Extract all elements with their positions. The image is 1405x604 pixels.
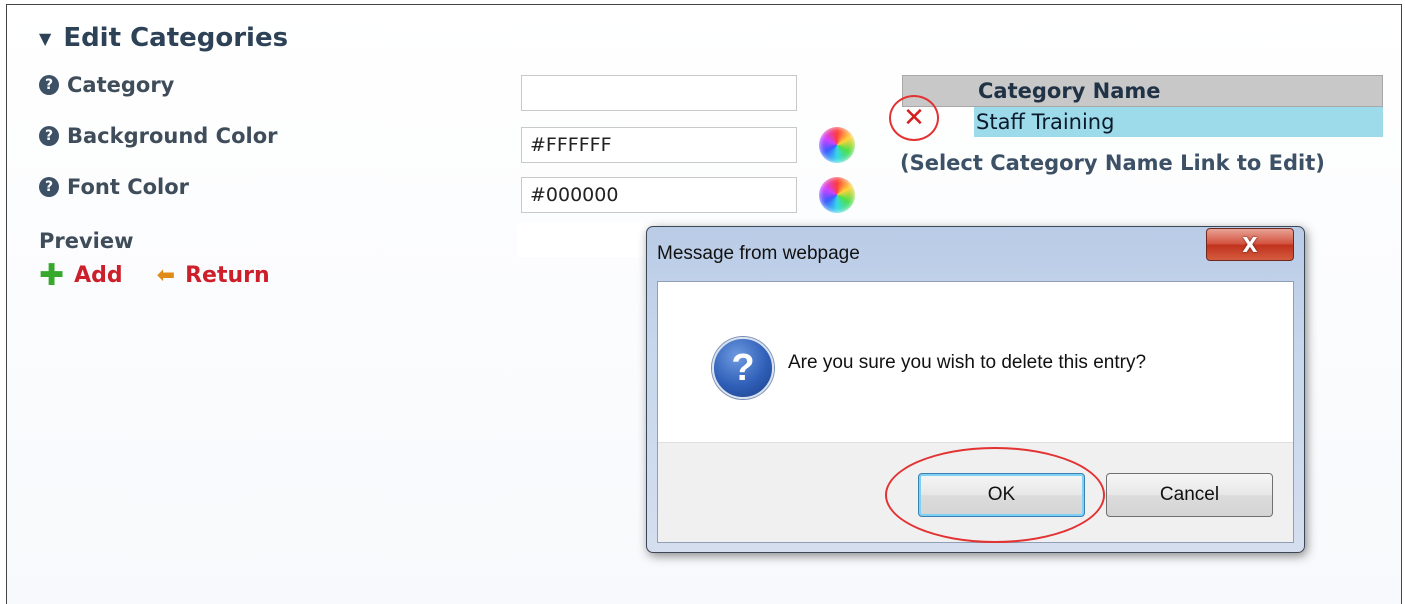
category-table-header: Category Name (902, 75, 1383, 107)
background-color-input[interactable] (521, 127, 797, 163)
dialog-title: Message from webpage (657, 243, 860, 264)
plus-icon: ✚ (39, 257, 65, 293)
color-wheel-icon[interactable] (819, 177, 855, 213)
color-wheel-icon[interactable] (819, 127, 855, 163)
preview-box (517, 223, 657, 257)
close-icon: X (1242, 232, 1258, 257)
dialog-message: Are you sure you wish to delete this ent… (788, 352, 1147, 373)
dialog-footer: OK Cancel (658, 442, 1293, 542)
background-color-label: ? Background Color (39, 124, 277, 148)
dialog-body: ? Are you sure you wish to delete this e… (657, 281, 1294, 543)
ok-button[interactable]: OK (918, 473, 1085, 517)
help-icon[interactable]: ? (39, 177, 59, 197)
form-actions: ✚ Add ⬅ Return (39, 257, 270, 293)
help-icon[interactable]: ? (39, 75, 59, 95)
font-color-label-text: Font Color (67, 175, 190, 199)
category-label: ? Category (39, 73, 174, 97)
question-icon: ? (712, 337, 774, 399)
add-label: Add (74, 263, 123, 288)
delete-icon[interactable]: ✕ (889, 95, 939, 141)
category-table: Category Name ✕ Staff Training (889, 75, 1383, 141)
confirm-dialog: Message from webpage X ? Are you sure yo… (646, 226, 1305, 553)
background-color-label-text: Background Color (67, 124, 278, 148)
section-header[interactable]: ▼ Edit Categories (39, 23, 288, 53)
cancel-button[interactable]: Cancel (1106, 473, 1273, 517)
category-input[interactable] (521, 75, 797, 111)
font-color-input[interactable] (521, 177, 797, 213)
table-row: ✕ Staff Training (889, 95, 1383, 141)
return-button[interactable]: ⬅ Return (157, 263, 270, 288)
edit-hint: (Select Category Name Link to Edit) (900, 151, 1325, 175)
category-label-text: Category (67, 73, 175, 97)
section-title: Edit Categories (63, 23, 289, 53)
help-icon[interactable]: ? (39, 126, 59, 146)
arrow-left-icon: ⬅ (156, 263, 176, 288)
collapse-triangle-icon[interactable]: ▼ (39, 29, 51, 48)
font-color-label: ? Font Color (39, 175, 189, 199)
return-label: Return (185, 263, 270, 288)
add-button[interactable]: ✚ Add (39, 257, 123, 293)
category-name-link[interactable]: Staff Training (974, 107, 1383, 137)
close-button[interactable]: X (1206, 228, 1294, 261)
preview-label: Preview (39, 229, 134, 253)
dialog-message-area: ? Are you sure you wish to delete this e… (658, 282, 1293, 442)
